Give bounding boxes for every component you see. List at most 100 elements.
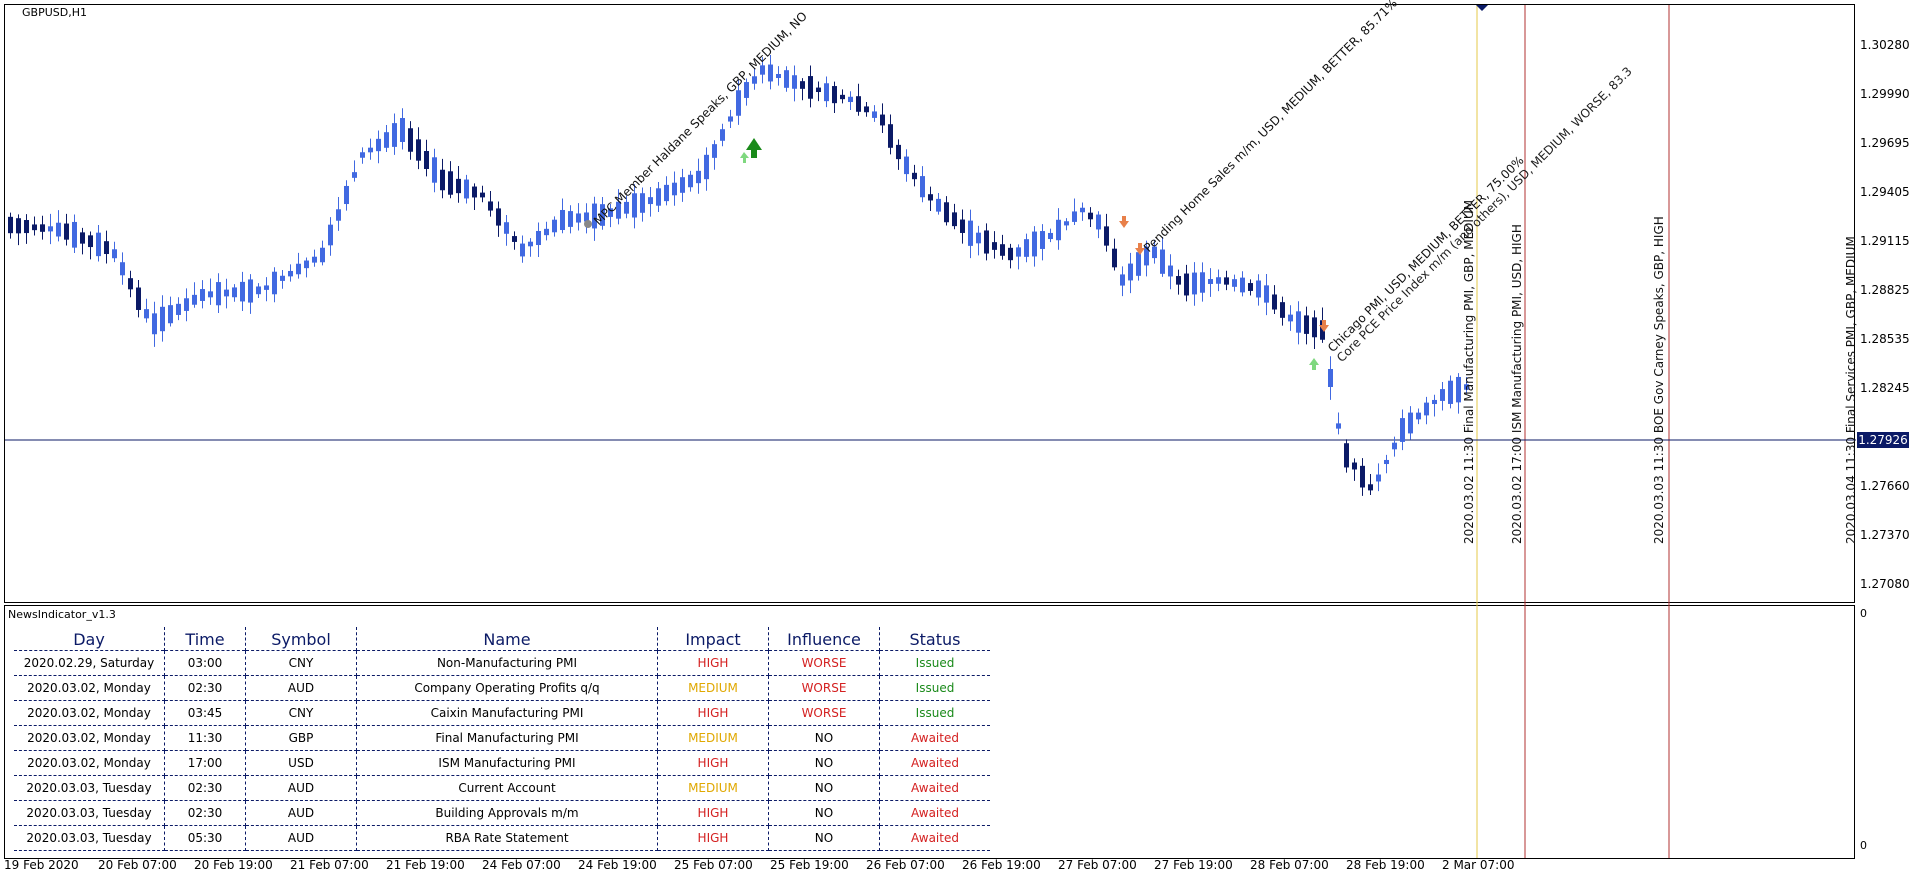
cell-impact: HIGH [657, 650, 769, 676]
cell-time: 02:30 [164, 800, 246, 826]
candle-body [24, 220, 29, 234]
price-label: 1.28825 [1860, 283, 1910, 297]
time-label: 19 Feb 2020 [4, 858, 79, 872]
candle-body [712, 144, 717, 158]
candle-body [1368, 484, 1373, 491]
candle-body [528, 241, 533, 247]
cell-status: Awaited [879, 825, 990, 851]
cell-name: Current Account [356, 775, 658, 801]
candle-body [1456, 376, 1461, 403]
candle-body [656, 188, 661, 206]
cell-influence: WORSE [768, 675, 880, 701]
candle-body [464, 179, 469, 199]
down-arrow-icon [1119, 216, 1129, 228]
candle-body [160, 306, 165, 332]
time-label: 24 Feb 07:00 [482, 858, 561, 872]
cell-impact: HIGH [657, 750, 769, 776]
candle-body [416, 139, 421, 161]
candle-body [824, 83, 829, 102]
candle-body [400, 118, 405, 142]
time-label: 21 Feb 07:00 [290, 858, 369, 872]
cell-impact: HIGH [657, 800, 769, 826]
cell-name: Non-Manufacturing PMI [356, 650, 658, 676]
candle-body [1432, 399, 1437, 405]
candle-body [48, 226, 53, 232]
candle-body [312, 256, 317, 263]
time-label: 25 Feb 19:00 [770, 858, 849, 872]
cell-influence: NO [768, 800, 880, 826]
candle-body [328, 224, 333, 246]
candle-body [512, 236, 517, 242]
candle-body [752, 76, 757, 84]
candle-body [200, 289, 205, 301]
candle-body [448, 171, 453, 195]
candle-body [1064, 221, 1069, 226]
candle-body [840, 94, 845, 100]
candle-body [336, 209, 341, 221]
time-label: 2 Mar 07:00 [1442, 858, 1515, 872]
candle-body [1384, 459, 1389, 465]
candle-body [88, 235, 93, 248]
candle-body [1192, 272, 1197, 295]
candle-body [920, 176, 925, 198]
time-label: 28 Feb 07:00 [1250, 858, 1329, 872]
candle-body [1344, 443, 1349, 468]
candle-body [992, 242, 997, 250]
cell-impact: MEDIUM [657, 675, 769, 701]
candle-body [1088, 212, 1093, 220]
candle-body [864, 106, 869, 113]
candle-body [704, 154, 709, 180]
cell-impact: MEDIUM [657, 725, 769, 751]
price-label: 1.28535 [1860, 332, 1910, 346]
cell-symbol: AUD [245, 675, 357, 701]
time-label: 21 Feb 19:00 [386, 858, 465, 872]
candle-body [872, 111, 877, 118]
candle-body [352, 172, 357, 178]
price-label: 1.28245 [1860, 381, 1910, 395]
cell-name: Caixin Manufacturing PMI [356, 700, 658, 726]
candle-body [744, 82, 749, 98]
candle-body [1256, 280, 1261, 298]
cell-influence: NO [768, 775, 880, 801]
time-label: 26 Feb 07:00 [866, 858, 945, 872]
candle-body [240, 281, 245, 302]
subwindow-scale-top: 0 [1860, 607, 1867, 620]
candle-body [1056, 219, 1061, 241]
candle-body [1312, 317, 1317, 338]
candle-body [264, 285, 269, 290]
candle-body [208, 291, 213, 298]
candle-body [1304, 315, 1309, 334]
column-header-time: Time [164, 627, 246, 651]
up-arrow-icon [746, 138, 762, 158]
candle-body [1376, 474, 1381, 482]
candle-body [1448, 380, 1453, 404]
candle-body [896, 144, 901, 160]
cell-day: 2020.02.29, Saturday [14, 650, 165, 676]
cell-name: Building Approvals m/m [356, 800, 658, 826]
table-row: 2020.03.02, Monday 11:30 GBP Final Manufact… [14, 725, 990, 751]
news-table: Day Time Symbol Name Impact Influence St… [14, 627, 990, 851]
cell-name: RBA Rate Statement [356, 825, 658, 851]
cell-influence: WORSE [768, 700, 880, 726]
subwindow-scale-bottom: 0 [1860, 839, 1867, 852]
candle-body [688, 174, 693, 188]
candle-body [1024, 239, 1029, 257]
candle-body [344, 185, 349, 205]
time-label: 26 Feb 19:00 [962, 858, 1041, 872]
candle-body [576, 213, 581, 223]
cell-time: 02:30 [164, 775, 246, 801]
cell-status: Issued [879, 700, 990, 726]
cell-symbol: AUD [245, 800, 357, 826]
candle-body [1096, 214, 1101, 230]
candle-body [320, 247, 325, 263]
candle-body [1328, 368, 1333, 388]
candle-body [104, 241, 109, 255]
cell-day: 2020.03.03, Tuesday [14, 775, 165, 801]
candle-body [640, 193, 645, 213]
candle-body [1280, 302, 1285, 318]
candle-body [384, 132, 389, 148]
candle-body [296, 263, 301, 275]
cell-day: 2020.03.03, Tuesday [14, 800, 165, 826]
candle-body [648, 197, 653, 205]
event-label: 2020.03.02 11:30 Final Manufacturing PMI… [1462, 199, 1476, 544]
